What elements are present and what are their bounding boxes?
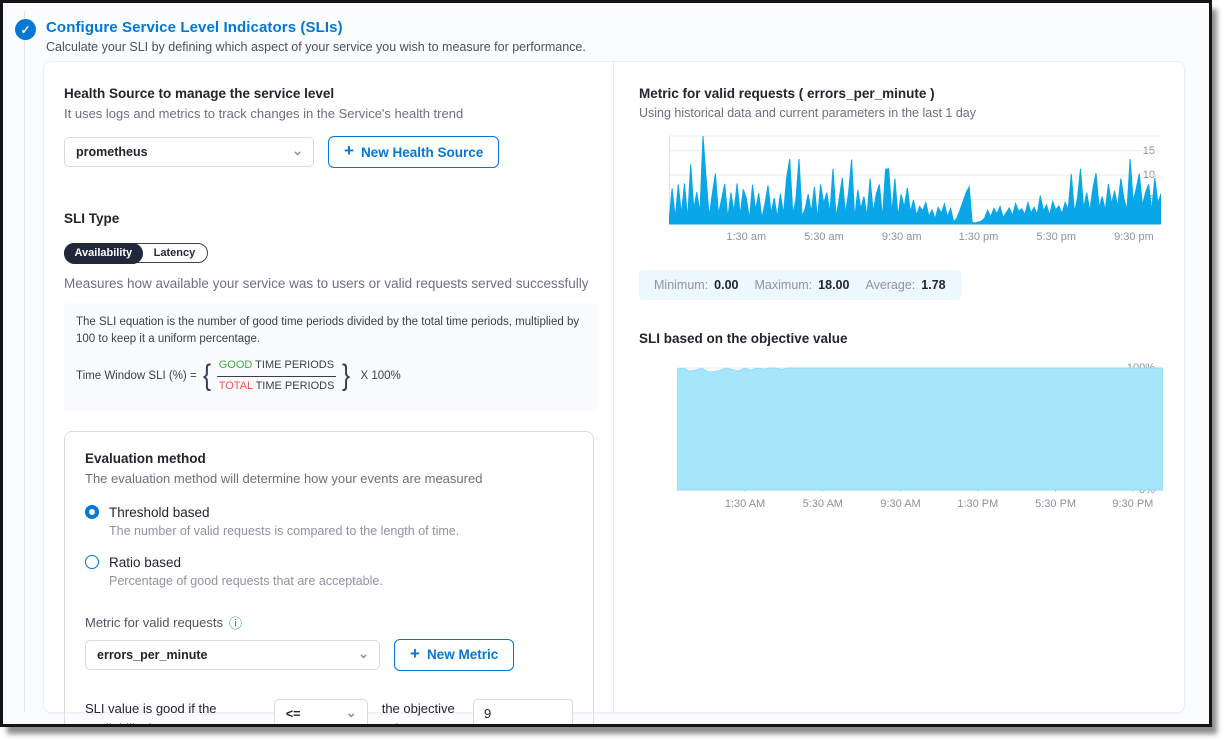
x-axis-label: 5:30 am <box>792 231 856 243</box>
stat-value: 0.00 <box>714 278 738 292</box>
good-term-rest: TIME PERIODS <box>252 359 334 371</box>
x-axis-label: 9:30 pm <box>1102 231 1166 243</box>
page-title: Configure Service Level Indicators (SLIs… <box>46 19 586 36</box>
operator-value: <= <box>286 707 301 721</box>
health-source-subtitle: It uses logs and metrics to track change… <box>64 106 593 121</box>
configuration-column: Health Source to manage the service leve… <box>44 62 614 712</box>
x-axis-label: 1:30 am <box>714 231 778 243</box>
sli-equation-box: The SLI equation is the number of good t… <box>64 303 598 411</box>
new-health-source-label: New Health Source <box>361 145 483 160</box>
equation-suffix: X 100% <box>360 368 400 385</box>
sli-type-description: Measures how available your service was … <box>64 276 593 291</box>
sli-type-availability-pill[interactable]: Availability <box>64 243 144 264</box>
sli-type-title: SLI Type <box>64 211 593 226</box>
metric-select-value: errors_per_minute <box>97 648 207 662</box>
health-source-value: prometheus <box>76 145 148 159</box>
evaluation-subtitle: The evaluation method will determine how… <box>85 471 573 486</box>
metric-chart-title: Metric for valid requests ( errors_per_m… <box>639 86 1160 101</box>
x-axis-label: 9:30 AM <box>869 498 933 510</box>
sli-equation-text: The SLI equation is the number of good t… <box>76 314 586 347</box>
metric-select[interactable]: errors_per_minute ⌄ <box>85 640 380 670</box>
chevron-down-icon: ⌄ <box>292 144 303 157</box>
preview-column: Metric for valid requests ( errors_per_m… <box>614 62 1184 712</box>
good-term: GOOD <box>219 359 253 371</box>
metric-chart <box>669 134 1161 226</box>
x-axis-label: 9:30 PM <box>1101 498 1165 510</box>
chevron-down-icon: ⌄ <box>358 647 369 660</box>
stat-maximum: Maximum: 18.00 <box>755 278 850 292</box>
sli-chart-title: SLI based on the objective value <box>639 331 1160 346</box>
sli-chart <box>677 364 1163 492</box>
stat-average: Average: 1.78 <box>865 278 945 292</box>
chevron-down-icon: ⌄ <box>346 706 357 719</box>
sli-chart-x-axis: 1:30 AM 5:30 AM 9:30 AM 1:30 PM 5:30 PM 9:30 … <box>677 498 1163 514</box>
plus-icon: + <box>344 141 354 161</box>
plus-icon: + <box>410 644 420 664</box>
equation-fraction: GOOD TIME PERIODS TOTAL TIME PERIODS <box>217 358 337 395</box>
stepper-line <box>24 11 25 712</box>
stat-label: Minimum: <box>654 278 708 292</box>
x-axis-label: 9:30 am <box>870 231 934 243</box>
condition-prefix-text: SLI value is good if the availability is <box>85 699 260 727</box>
equation-prefix: Time Window SLI (%) = <box>76 368 197 385</box>
total-term: TOTAL <box>219 380 253 392</box>
new-metric-button[interactable]: + New Metric <box>394 639 514 671</box>
stat-minimum: Minimum: 0.00 <box>654 278 739 292</box>
app-window: ✓ Configure Service Level Indicators (SL… <box>0 0 1212 727</box>
stat-value: 1.78 <box>921 278 945 292</box>
stat-label: Maximum: <box>755 278 813 292</box>
metric-for-valid-requests-label: Metric for valid requests <box>85 615 223 630</box>
x-axis-label: 5:30 pm <box>1024 231 1088 243</box>
condition-suffix-text: the objective value <box>382 699 459 727</box>
new-health-source-button[interactable]: + New Health Source <box>328 136 499 168</box>
ratio-based-description: Percentage of good requests that are acc… <box>109 574 573 588</box>
threshold-based-description: The number of valid requests is compared… <box>109 524 573 538</box>
step-complete-icon: ✓ <box>15 19 36 40</box>
metric-chart-y-axis: 51015 <box>639 134 665 226</box>
sli-chart-y-axis: 0%25%50%75%100% <box>639 364 673 492</box>
x-axis-label: 1:30 PM <box>946 498 1010 510</box>
x-axis-label: 1:30 AM <box>713 498 777 510</box>
metric-chart-subtitle: Using historical data and current parame… <box>639 106 1160 120</box>
x-axis-label: 5:30 AM <box>791 498 855 510</box>
x-axis-label: 5:30 PM <box>1024 498 1088 510</box>
total-term-rest: TIME PERIODS <box>253 380 335 392</box>
threshold-based-label: Threshold based <box>109 505 210 520</box>
stat-label: Average: <box>865 278 915 292</box>
left-brace: { <box>203 354 211 398</box>
threshold-based-radio[interactable] <box>85 505 99 519</box>
sli-type-latency-pill[interactable]: Latency <box>142 244 208 262</box>
new-metric-label: New Metric <box>427 647 498 662</box>
x-axis-label: 1:30 pm <box>946 231 1010 243</box>
ratio-based-label: Ratio based <box>109 555 181 570</box>
objective-value-input[interactable] <box>473 699 573 727</box>
sli-chart-container: 0%25%50%75%100% 1:30 AM5:30 AM9:30 AM1:3… <box>639 364 1160 518</box>
sli-config-card: Health Source to manage the service leve… <box>43 61 1185 713</box>
ratio-based-radio[interactable] <box>85 555 99 569</box>
operator-select[interactable]: <= ⌄ <box>274 699 368 727</box>
evaluation-title: Evaluation method <box>85 451 573 466</box>
stat-value: 18.00 <box>818 278 849 292</box>
page-subtitle: Calculate your SLI by defining which asp… <box>46 40 586 54</box>
right-brace: } <box>342 354 350 398</box>
metric-chart-container: 51015 1:30 am 5:30 am 9:30 am 1:30 pm 5:30 p… <box>639 134 1160 250</box>
info-icon[interactable]: ⓘ <box>229 613 242 632</box>
page-header: ✓ Configure Service Level Indicators (SL… <box>15 19 586 54</box>
metric-stats-bar: Minimum: 0.00 Maximum: 18.00 Average: 1.… <box>639 270 961 300</box>
sli-type-toggle: Availability Latency <box>64 243 208 263</box>
health-source-select[interactable]: prometheus ⌄ <box>64 137 314 167</box>
health-source-title: Health Source to manage the service leve… <box>64 86 593 101</box>
metric-chart-x-axis: 1:30 am5:30 am9:30 am1:30 pm5:30 pm9:30 … <box>669 231 1161 247</box>
evaluation-method-box: Evaluation method The evaluation method … <box>64 431 594 727</box>
